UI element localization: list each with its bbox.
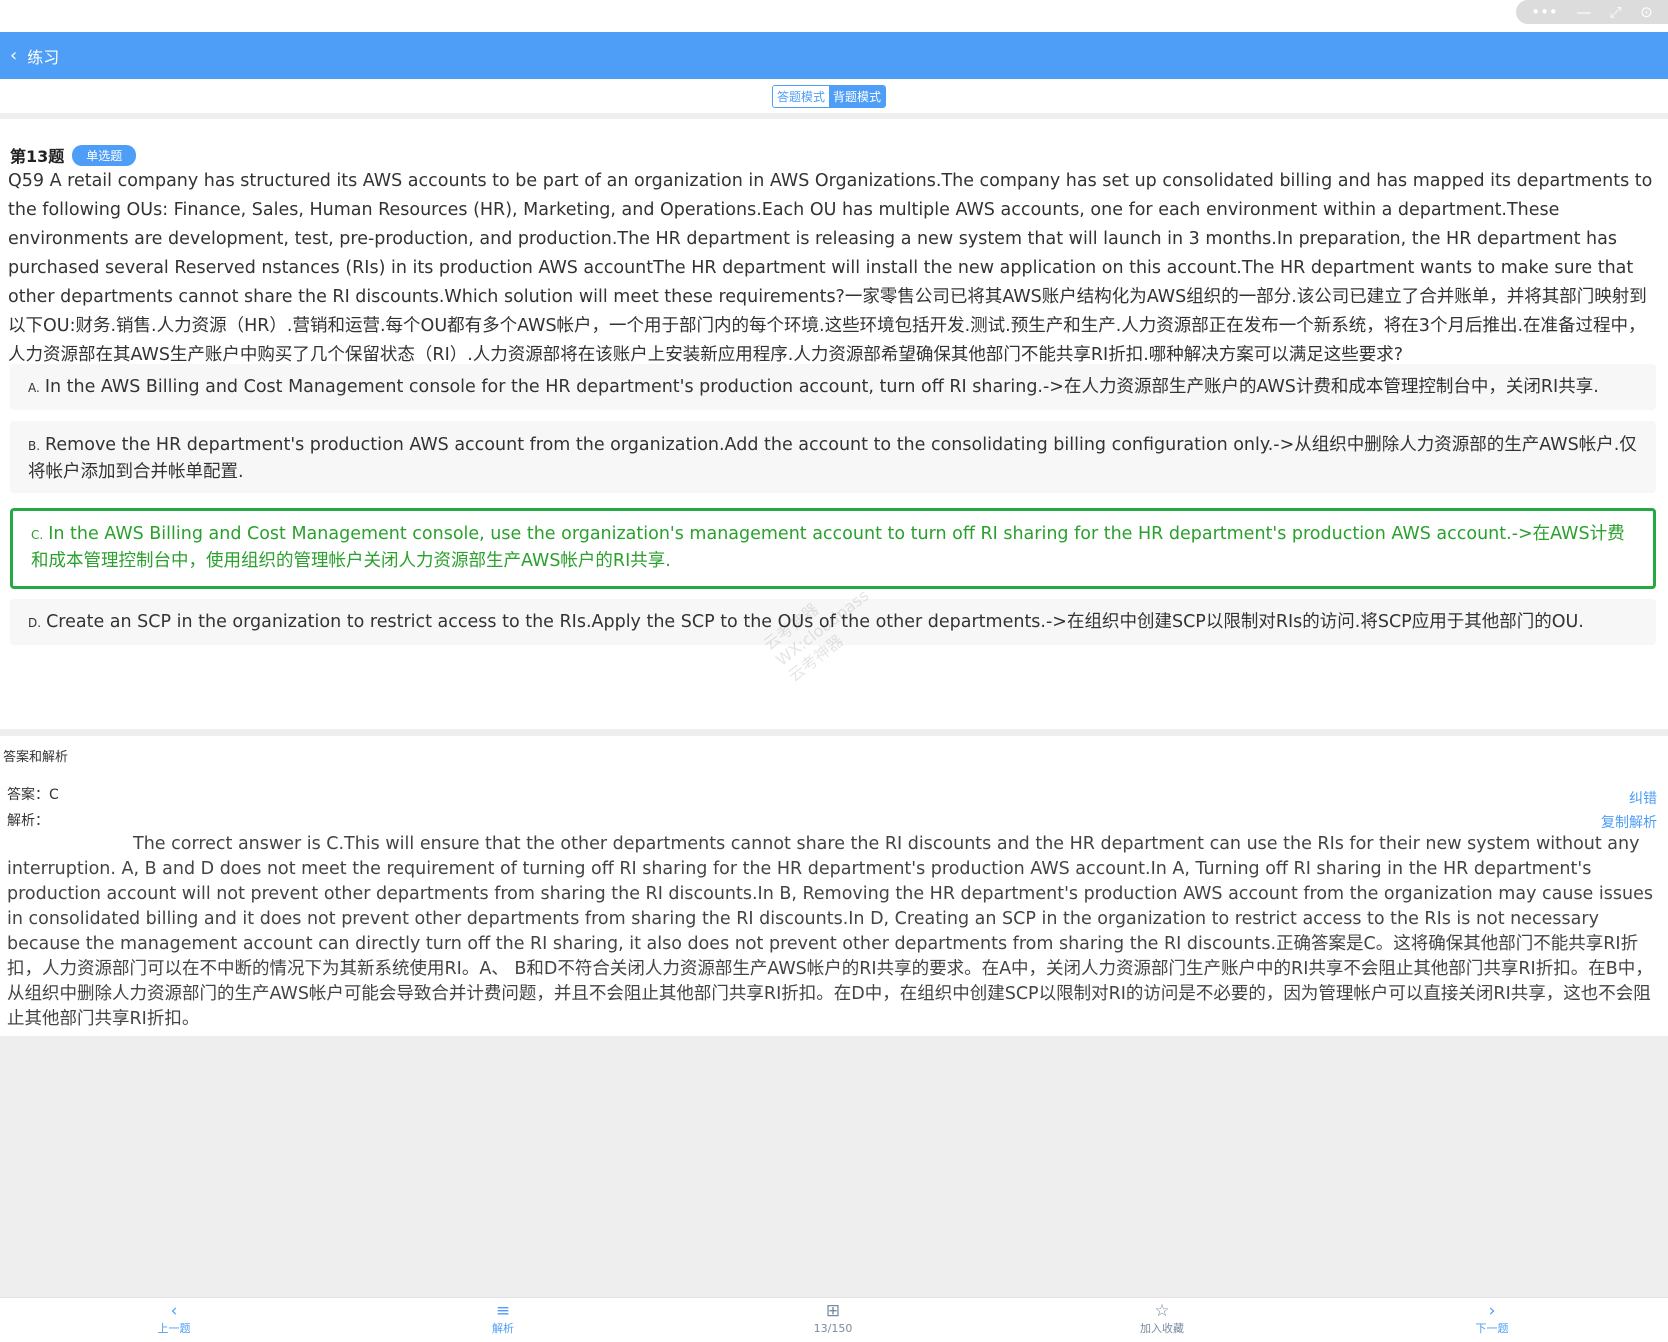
prev-question-button[interactable]: ‹ 上一题 [114, 1298, 234, 1336]
option-a[interactable]: A. In the AWS Billing and Cost Management… [10, 364, 1656, 410]
favorite-label: 加入收藏 [1140, 1322, 1184, 1335]
question-header: 第13题 单选题 [10, 143, 137, 167]
bottom-nav: ‹ 上一题 ≡ 解析 ⊞ 13/150 ☆ 加入收藏 › 下一题 [0, 1297, 1668, 1342]
analysis-section: 答案和解析 答案：C 解析： 纠错 复制解析 The correct answe… [0, 736, 1668, 1036]
answer-mode-button[interactable]: 答题模式 [773, 86, 830, 107]
analysis-header: 答案和解析 [3, 750, 69, 765]
top-strip [0, 0, 1668, 32]
mode-toggle: 答题模式 背题模式 [772, 85, 887, 108]
option-letter: A. [28, 381, 40, 395]
next-question-button[interactable]: › 下一题 [1432, 1298, 1552, 1336]
window-controls: ••• — ⤢ ⊙ [1516, 0, 1668, 24]
copy-explanation-link[interactable]: 复制解析 [1601, 812, 1657, 832]
add-favorite-button[interactable]: ☆ 加入收藏 [1102, 1298, 1222, 1336]
page-title: 练习 [27, 47, 60, 67]
more-icon[interactable]: ••• [1531, 4, 1558, 20]
option-text: In the AWS Billing and Cost Management c… [31, 524, 1625, 571]
question-grid-button[interactable]: ⊞ 13/150 [773, 1298, 893, 1336]
prev-label: 上一题 [157, 1322, 191, 1335]
question-type-badge: 单选题 [72, 144, 137, 166]
explanation-text: The correct answer is C.This will ensure… [7, 834, 1653, 1029]
back-icon[interactable]: ‹ [10, 45, 17, 66]
mode-bar: 答题模式 背题模式 [0, 79, 1668, 113]
star-icon: ☆ [1154, 1301, 1170, 1321]
progress-label: 13/150 [813, 1322, 853, 1335]
next-label: 下一题 [1475, 1322, 1509, 1335]
option-letter: D. [28, 616, 42, 630]
app-bar: ‹ 练习 [0, 32, 1668, 79]
option-letter: B. [28, 439, 41, 453]
question-number: 第13题 [10, 147, 65, 166]
next-icon: › [1488, 1301, 1496, 1321]
answer-label: 答案：C [7, 787, 59, 803]
report-error-link[interactable]: 纠错 [1629, 788, 1657, 808]
question-text: Q59 A retail company has structured its … [8, 171, 1653, 365]
document-icon: ≡ [495, 1301, 511, 1321]
option-b[interactable]: B. Remove the HR department's production … [10, 421, 1656, 493]
restore-icon[interactable]: ⤢ [1610, 4, 1622, 20]
option-text: In the AWS Billing and Cost Management c… [44, 377, 1599, 397]
option-letter: C. [31, 528, 44, 542]
explain-label: 解析 [492, 1322, 514, 1335]
recite-mode-button[interactable]: 背题模式 [829, 86, 886, 107]
explanation-label: 解析： [7, 813, 49, 829]
explanation-button[interactable]: ≡ 解析 [443, 1298, 563, 1336]
close-icon[interactable]: ⊙ [1640, 4, 1653, 20]
question-card: 第13题 单选题 Q59 A retail company has struct… [0, 119, 1668, 729]
option-c-correct[interactable]: C. In the AWS Billing and Cost Management… [10, 508, 1656, 589]
option-text: Remove the HR department's production AW… [28, 435, 1637, 482]
prev-icon: ‹ [170, 1301, 178, 1321]
grid-icon: ⊞ [825, 1301, 841, 1321]
minimize-icon[interactable]: — [1576, 4, 1591, 20]
